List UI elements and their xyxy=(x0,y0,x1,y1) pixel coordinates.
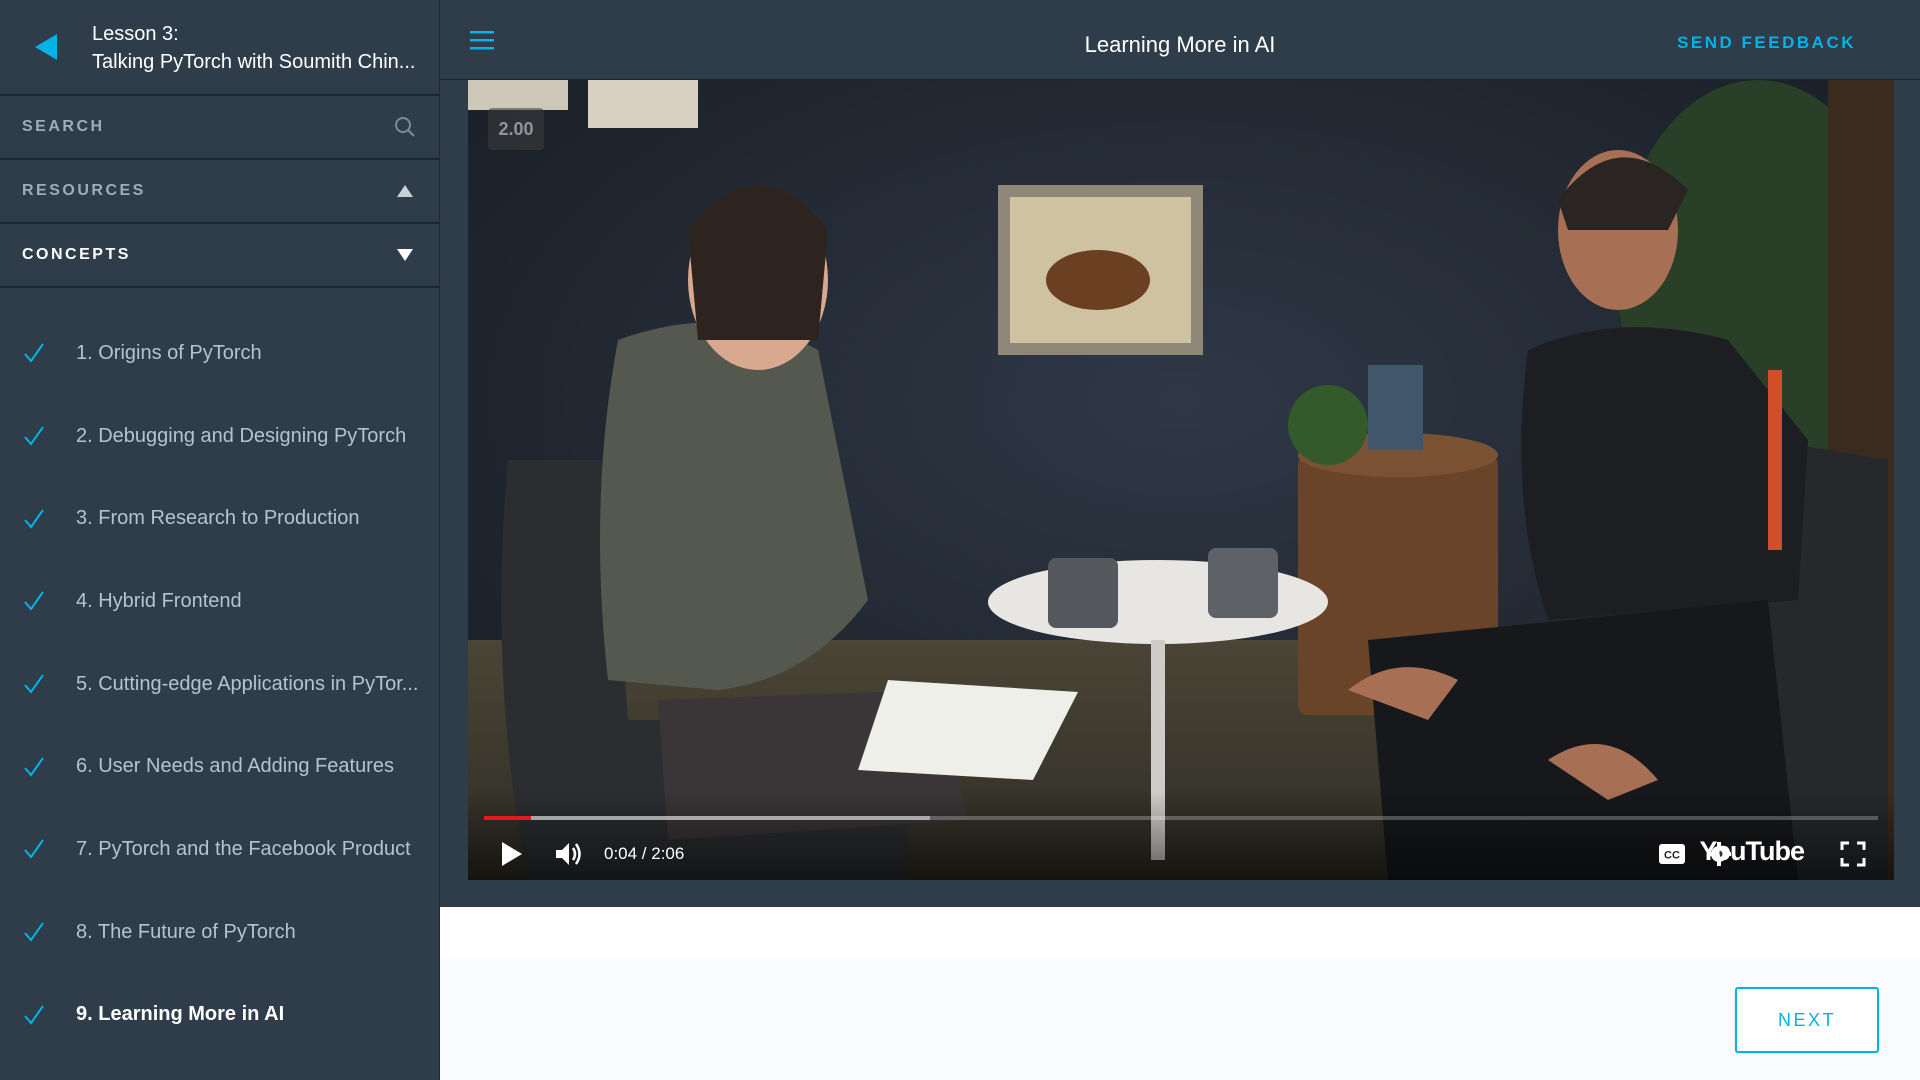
concept-label: 6. User Needs and Adding Features xyxy=(76,755,394,778)
playback-speed-overlay: 2.00 xyxy=(488,108,544,150)
triangle-down-icon xyxy=(393,243,417,267)
concept-label: 2. Debugging and Designing PyTorch xyxy=(76,424,407,447)
concept-label: 4. Hybrid Frontend xyxy=(76,589,242,612)
concept-label: 3. From Research to Production xyxy=(76,507,360,530)
concept-label: 8. The Future of PyTorch xyxy=(76,920,296,943)
search-row[interactable]: SEARCH xyxy=(0,96,439,160)
concept-item-1[interactable]: 1. Origins of PyTorch xyxy=(0,312,439,395)
top-bar: Learning More in AI SEND FEEDBACK xyxy=(440,0,1920,80)
concept-label: 1. Origins of PyTorch xyxy=(76,341,262,364)
check-icon xyxy=(22,424,54,448)
resources-toggle[interactable]: RESOURCES xyxy=(0,160,439,224)
concept-label: 5. Cutting-edge Applications in PyTor... xyxy=(76,672,419,695)
triangle-up-icon xyxy=(393,179,417,203)
check-icon xyxy=(22,755,54,779)
back-arrow-icon xyxy=(35,34,57,60)
buffered-bar xyxy=(484,816,931,820)
concept-item-9[interactable]: 9. Learning More in AI xyxy=(0,974,439,1057)
check-icon xyxy=(22,672,54,696)
youtube-logo[interactable]: YouTube xyxy=(1700,836,1805,867)
concept-item-8[interactable]: 8. The Future of PyTorch xyxy=(0,891,439,974)
check-icon xyxy=(22,507,54,531)
back-button[interactable] xyxy=(0,0,92,95)
check-icon xyxy=(22,1003,54,1027)
concepts-label: CONCEPTS xyxy=(22,246,131,263)
check-icon xyxy=(22,589,54,613)
lesson-info: Lesson 3: Talking PyTorch with Soumith C… xyxy=(92,18,415,76)
resources-label: RESOURCES xyxy=(22,182,146,199)
progress-bar[interactable] xyxy=(484,816,1878,820)
concept-item-2[interactable]: 2. Debugging and Designing PyTorch xyxy=(0,395,439,478)
concept-label: 9. Learning More in AI xyxy=(76,1003,285,1026)
video-frame xyxy=(468,80,1894,880)
played-bar xyxy=(484,816,532,820)
lesson-number: Lesson 3: xyxy=(92,23,179,45)
video-controls: 0:04 / 2:06 CC YouTube xyxy=(468,790,1894,880)
concept-list: 1. Origins of PyTorch 2. Debugging and D… xyxy=(0,288,439,1056)
volume-icon[interactable] xyxy=(554,838,584,870)
time-display: 0:04 / 2:06 xyxy=(604,844,685,863)
svg-text:CC: CC xyxy=(1664,850,1680,862)
check-icon xyxy=(22,920,54,944)
play-icon[interactable] xyxy=(498,838,524,870)
concepts-toggle[interactable]: CONCEPTS xyxy=(0,224,439,288)
video-player[interactable]: 2.00 0:04 / 2:06 CC YouTube xyxy=(468,80,1894,880)
lesson-header: Lesson 3: Talking PyTorch with Soumith C… xyxy=(0,0,439,96)
concept-label: 7. PyTorch and the Facebook Product xyxy=(76,837,411,860)
concept-item-6[interactable]: 6. User Needs and Adding Features xyxy=(0,725,439,808)
send-feedback-link[interactable]: SEND FEEDBACK xyxy=(1677,33,1856,53)
footer-divider-band xyxy=(440,907,1920,959)
search-label: SEARCH xyxy=(22,118,105,135)
search-icon[interactable] xyxy=(393,115,417,139)
hamburger-menu-icon[interactable] xyxy=(468,28,496,52)
lesson-title: Talking PyTorch with Soumith Chin... xyxy=(92,51,416,73)
concept-item-7[interactable]: 7. PyTorch and the Facebook Product xyxy=(0,808,439,891)
concept-item-4[interactable]: 4. Hybrid Frontend xyxy=(0,560,439,643)
fullscreen-icon[interactable] xyxy=(1840,838,1866,870)
check-icon xyxy=(22,837,54,861)
video-band: 2.00 0:04 / 2:06 CC YouTube xyxy=(440,80,1920,907)
content-footer: NEXT xyxy=(440,907,1920,1080)
concept-item-5[interactable]: 5. Cutting-edge Applications in PyTor... xyxy=(0,643,439,726)
check-icon xyxy=(22,341,54,365)
captions-icon[interactable]: CC xyxy=(1658,838,1686,870)
next-button[interactable]: NEXT xyxy=(1735,987,1879,1053)
concept-item-3[interactable]: 3. From Research to Production xyxy=(0,477,439,560)
sidebar: Lesson 3: Talking PyTorch with Soumith C… xyxy=(0,0,440,1080)
